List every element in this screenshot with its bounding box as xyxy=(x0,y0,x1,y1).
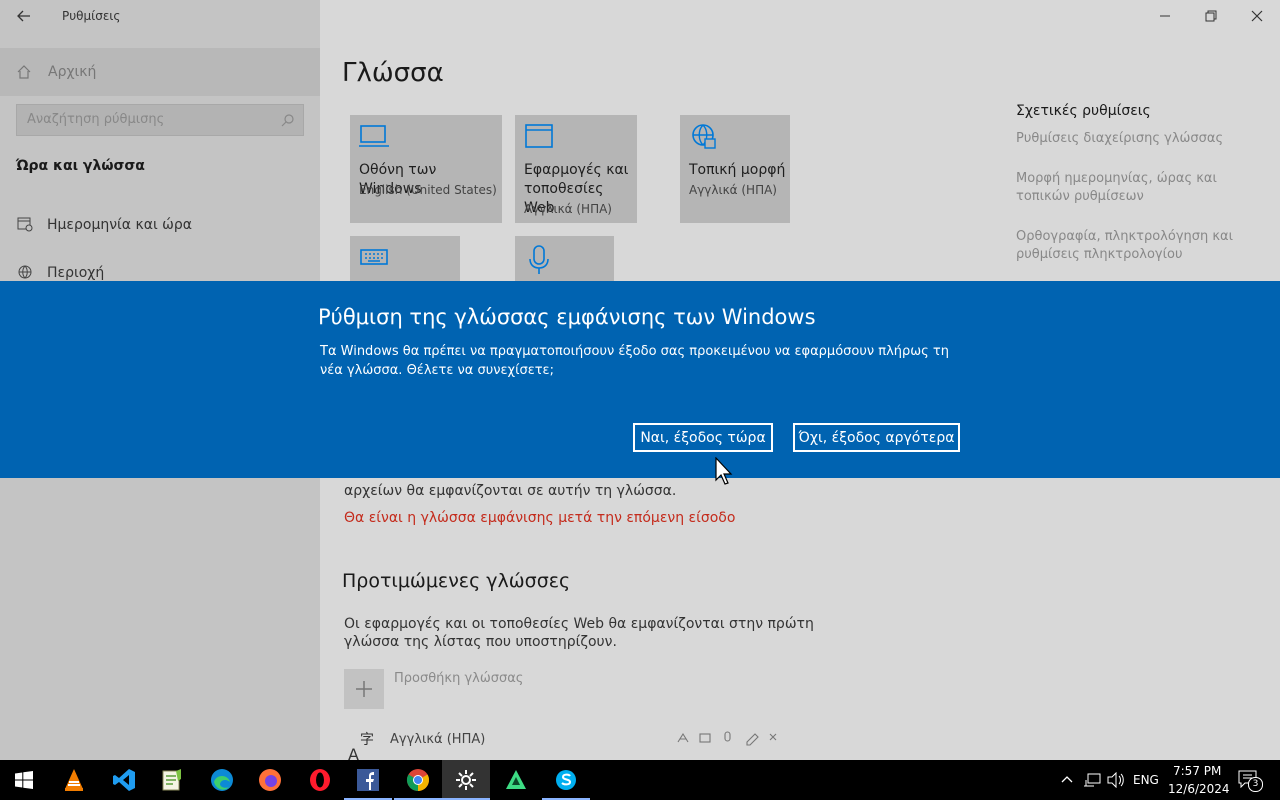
sidebar-item-region[interactable]: Περιοχή xyxy=(0,252,320,281)
dialog-body-line1: Τα Windows θα πρέπει να πραγματοποιήσουν… xyxy=(320,344,949,359)
edge-icon xyxy=(211,769,233,791)
volume-icon[interactable] xyxy=(1107,772,1125,788)
dialog-body-line2: νέα γλώσσα. Θέλετε να συνεχίσετε; xyxy=(320,363,554,378)
language-name: Αγγλικά (ΗΠΑ) xyxy=(390,732,486,747)
monitor-icon xyxy=(359,125,389,147)
windows-start-icon xyxy=(15,771,33,789)
tile-keyboard[interactable] xyxy=(350,236,460,281)
preferred-languages-heading: Προτιμώμενες γλώσσες xyxy=(342,570,571,592)
language-glyph-icon: 字A xyxy=(348,732,374,760)
opera-icon xyxy=(310,769,330,791)
plus-icon xyxy=(356,681,372,697)
notification-badge: 3 xyxy=(1248,777,1263,792)
link-line: Ρυθμίσεις διαχείρισης γλώσσας xyxy=(1016,131,1224,146)
related-link-language-admin[interactable]: Ρυθμίσεις διαχείρισης γλώσσας xyxy=(1016,130,1223,148)
add-box xyxy=(344,669,384,709)
taskbar: ENG 7:57 PM 12/6/2024 3 xyxy=(0,760,1280,800)
svg-text:A: A xyxy=(348,745,359,760)
vscode-icon xyxy=(113,769,135,791)
home-icon xyxy=(17,65,31,79)
action-center-button[interactable]: 3 xyxy=(1236,766,1266,794)
taskbar-android-studio[interactable] xyxy=(492,760,540,800)
facebook-icon xyxy=(357,769,379,791)
chrome-icon xyxy=(407,769,429,791)
sign-out-later-button[interactable]: Όχι, έξοδος αργότερα xyxy=(793,423,960,452)
search-icon xyxy=(281,114,294,127)
taskbar-skype[interactable] xyxy=(542,760,590,800)
sidebar-item-date-time[interactable]: Ημερομηνία και ώρα xyxy=(0,204,320,244)
taskbar-notepadpp[interactable] xyxy=(148,760,196,800)
related-link-spelling-typing[interactable]: Ορθογραφία, πληκτρολόγηση και ρυθμίσεις … xyxy=(1016,228,1233,264)
taskbar-settings[interactable] xyxy=(442,760,490,800)
settings-icon xyxy=(456,770,476,790)
taskbar-vscode[interactable] xyxy=(100,760,148,800)
tile-subtitle: English (United States) xyxy=(359,183,497,197)
taskbar-chrome[interactable] xyxy=(394,760,442,800)
link-line: τοπικών ρυθμίσεων xyxy=(1016,189,1144,204)
related-link-date-format[interactable]: Μορφή ημερομηνίας, ώρας και τοπικών ρυθμ… xyxy=(1016,170,1217,206)
sidebar-home-label: Αρχική xyxy=(48,64,97,80)
network-icon[interactable] xyxy=(1083,772,1101,788)
display-language-desc: αρχείων θα εμφανίζονται σε αυτήν τη γλώσ… xyxy=(344,483,677,499)
clock-time[interactable]: 7:57 PM xyxy=(1173,764,1221,778)
page-title: Γλώσσα xyxy=(342,58,444,88)
tile-windows-display[interactable]: Οθόνη των Windows English (United States… xyxy=(350,115,502,223)
tile-subtitle: Αγγλικά (ΗΠΑ) xyxy=(524,202,612,216)
back-arrow-icon xyxy=(17,10,30,22)
taskbar-opera[interactable] xyxy=(296,760,344,800)
link-line: Μορφή ημερομηνίας, ώρας και xyxy=(1016,171,1217,186)
firefox-icon xyxy=(259,769,281,791)
tile-regional-format[interactable]: Τοπική μορφή Αγγλικά (ΗΠΑ) xyxy=(680,115,790,223)
input-language[interactable]: ENG xyxy=(1133,773,1159,787)
sidebar-section-title: Ώρα και γλώσσα xyxy=(16,158,145,174)
svg-text:字: 字 xyxy=(360,732,374,748)
tile-title: Τοπική μορφή xyxy=(689,162,786,178)
vlc-icon xyxy=(65,769,83,791)
link-line: Ορθογραφία, πληκτρολόγηση και xyxy=(1016,229,1233,244)
display-language-dialog: Ρύθμιση της γλώσσας εμφάνισης των Window… xyxy=(0,281,1280,478)
back-button[interactable] xyxy=(8,4,40,28)
sidebar-item-label: Ημερομηνία και ώρα xyxy=(47,217,192,233)
taskbar-facebook[interactable] xyxy=(344,760,392,800)
mouse-cursor-icon xyxy=(715,457,733,485)
link-line: ρυθμίσεις πληκτρολογίου xyxy=(1016,247,1183,262)
preferred-desc-line2: γλώσσα της λίστας που υποστηρίζουν. xyxy=(344,634,617,650)
related-heading: Σχετικές ρυθμίσεις xyxy=(1016,103,1151,119)
tile-subtitle: Αγγλικά (ΗΠΑ) xyxy=(689,183,777,197)
android-studio-icon xyxy=(506,770,526,789)
sign-out-now-button[interactable]: Ναι, έξοδος τώρα xyxy=(633,423,773,452)
clock-date[interactable]: 12/6/2024 xyxy=(1168,782,1230,796)
sidebar-item-home[interactable]: Αρχική xyxy=(0,48,320,96)
taskbar-edge[interactable] xyxy=(198,760,246,800)
regional-format-icon xyxy=(692,124,716,149)
microphone-icon xyxy=(529,245,549,274)
search-placeholder: Αναζήτηση ρύθμισης xyxy=(27,112,165,127)
language-feature-icons xyxy=(676,730,780,750)
skype-icon xyxy=(556,770,576,790)
display-language-warning: Θα είναι η γλώσσα εμφάνισης μετά την επό… xyxy=(344,510,736,526)
add-language-button[interactable]: Προσθήκη γλώσσας xyxy=(344,669,744,709)
window-icon xyxy=(525,124,553,148)
dialog-title: Ρύθμιση της γλώσσας εμφάνισης των Window… xyxy=(318,305,816,329)
start-button[interactable] xyxy=(0,760,48,800)
search-input[interactable]: Αναζήτηση ρύθμισης xyxy=(16,104,304,136)
keyboard-icon xyxy=(360,249,388,265)
calendar-clock-icon xyxy=(17,217,33,232)
taskbar-firefox[interactable] xyxy=(246,760,294,800)
chevron-up-icon[interactable] xyxy=(1060,773,1074,787)
preferred-desc-line1: Οι εφαρμογές και οι τοποθεσίες Web θα εμ… xyxy=(344,616,814,632)
notepadpp-icon xyxy=(162,769,181,791)
language-list-item[interactable]: 字A Αγγλικά (ΗΠΑ) xyxy=(344,724,784,760)
add-language-label: Προσθήκη γλώσσας xyxy=(394,671,524,686)
window-title: Ρυθμίσεις xyxy=(62,9,121,23)
sidebar-item-label: Περιοχή xyxy=(47,265,105,281)
tile-apps-websites[interactable]: Εφαρμογές και τοποθεσίες Web Αγγλικά (ΗΠ… xyxy=(515,115,637,223)
globe-region-icon xyxy=(18,265,32,279)
tile-speech[interactable] xyxy=(515,236,614,281)
language-features-icon xyxy=(677,731,777,746)
taskbar-vlc[interactable] xyxy=(50,760,98,800)
